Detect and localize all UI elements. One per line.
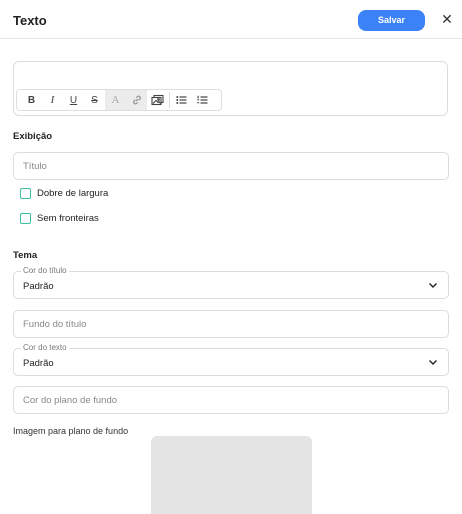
bullet-list-icon[interactable] (171, 90, 192, 110)
title-background-placeholder: Fundo do título (23, 319, 87, 330)
italic-icon[interactable]: I (42, 90, 63, 110)
background-image-label: Imagem para plano de fundo (13, 426, 129, 436)
link-icon[interactable] (126, 90, 147, 110)
double-width-option[interactable]: Dobre de largura (20, 187, 108, 199)
save-button[interactable]: Salvar (358, 10, 425, 31)
title-background-input[interactable]: Fundo do título (13, 310, 449, 338)
text-widget-panel: Texto Salvar ✕ B I U S A Exibição Título… (0, 0, 462, 514)
image-icon[interactable] (147, 90, 168, 110)
borderless-label: Sem fronteiras (37, 212, 99, 224)
numbered-list-icon[interactable] (192, 90, 213, 110)
toolbar-divider (169, 92, 170, 108)
title-input[interactable]: Título (13, 152, 449, 180)
chevron-down-icon (428, 357, 438, 370)
bold-icon[interactable]: B (21, 90, 42, 110)
editor-toolbar: B I U S A (16, 89, 222, 111)
rich-text-editor[interactable]: B I U S A (13, 61, 448, 116)
chevron-down-icon (428, 280, 438, 293)
borderless-checkbox[interactable] (20, 212, 31, 224)
title-color-label: Cor do título (21, 266, 69, 275)
panel-title: Texto (13, 13, 47, 28)
text-color-select[interactable]: Cor do texto Padrão (13, 343, 449, 376)
title-color-select[interactable]: Cor do título Padrão (13, 266, 449, 299)
borderless-option[interactable]: Sem fronteiras (20, 212, 99, 224)
theme-section-label: Tema (13, 250, 38, 261)
background-image-dropzone[interactable] (151, 436, 312, 514)
double-width-label: Dobre de largura (37, 187, 109, 199)
display-section-label: Exibição (13, 131, 53, 142)
underline-icon[interactable]: U (63, 90, 84, 110)
double-width-checkbox[interactable] (20, 187, 31, 199)
text-color-label: Cor do texto (21, 343, 69, 352)
strikethrough-icon[interactable]: S (84, 90, 105, 110)
background-color-input[interactable]: Cor do plano de fundo (13, 386, 449, 414)
panel-header: Texto Salvar ✕ (0, 0, 462, 39)
text-color-icon[interactable]: A (105, 90, 126, 110)
title-color-value: Padrão (23, 281, 54, 292)
title-input-placeholder: Título (23, 161, 47, 172)
close-icon[interactable]: ✕ (440, 11, 454, 27)
text-color-value: Padrão (23, 358, 54, 369)
background-color-placeholder: Cor do plano de fundo (23, 395, 118, 406)
